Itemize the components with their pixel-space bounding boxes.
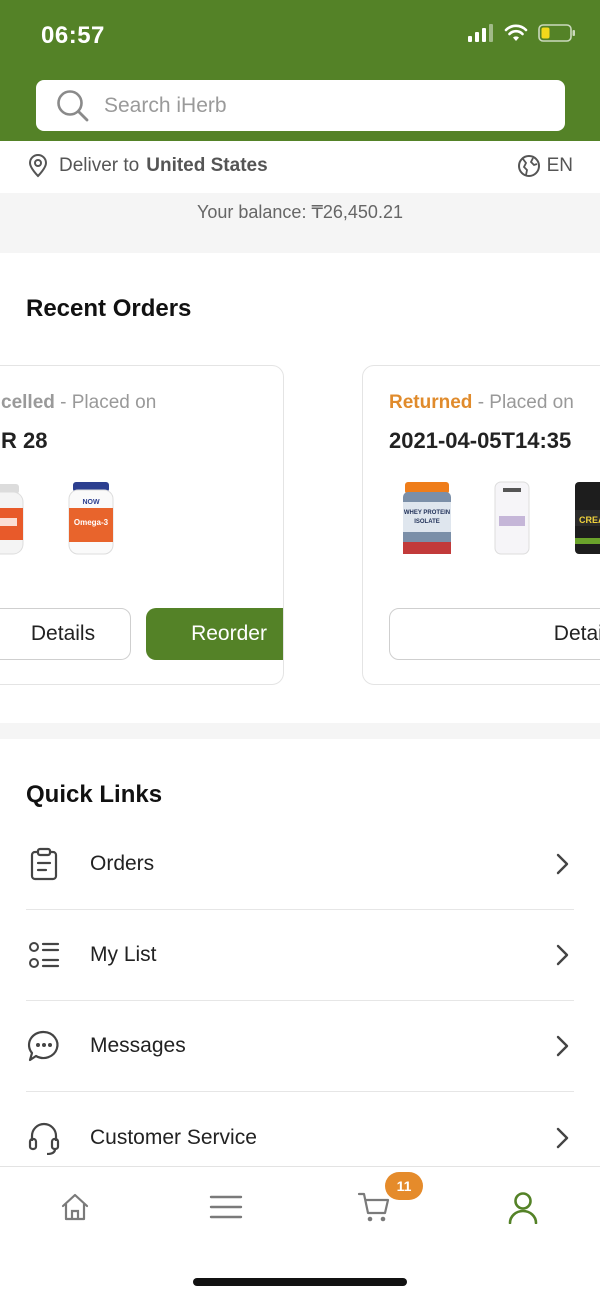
- reorder-button-label: Reorder: [191, 622, 267, 645]
- quick-link-label: My List: [90, 943, 157, 966]
- chevron-right-icon: [556, 944, 569, 966]
- order-status-label: Returned: [389, 392, 473, 413]
- search-input[interactable]: Search iHerb: [36, 80, 565, 131]
- details-button[interactable]: Details: [389, 608, 600, 660]
- quick-link-my-list[interactable]: My List: [26, 910, 574, 1001]
- list-icon: [26, 937, 62, 973]
- chevron-right-icon: [556, 853, 569, 875]
- home-indicator: [193, 1278, 407, 1286]
- order-date: R 28: [1, 428, 48, 453]
- signal-icon: [468, 24, 493, 42]
- quick-link-label: Messages: [90, 1034, 186, 1057]
- deliver-bar: Deliver to United States EN: [0, 141, 600, 193]
- quick-links-section: Quick Links Orders My List Messages Cust…: [0, 739, 600, 1166]
- quick-link-customer-service[interactable]: Customer Service: [26, 1092, 574, 1166]
- omega-3-bottle-icon: [0, 484, 24, 555]
- details-button[interactable]: Details: [0, 608, 131, 660]
- cart-count-badge: 11: [385, 1172, 423, 1200]
- status-time: 06:57: [41, 22, 105, 49]
- recent-orders-title: Recent Orders: [26, 295, 192, 322]
- app-header: 06:57 Search iHerb: [0, 0, 600, 141]
- deliver-to-selector[interactable]: Deliver to United States: [27, 154, 268, 178]
- home-icon: [61, 1193, 89, 1221]
- status-icons: [468, 24, 576, 42]
- order-card[interactable]: celled - Placed on R 28 NOW Omega-3 Deta…: [0, 365, 284, 685]
- balance-text: Your balance: ₸26,450.21: [0, 193, 600, 253]
- whey-protein-isolate-tub-icon: WHEY PROTEIN ISOLATE: [403, 482, 451, 554]
- details-button-label: Details: [553, 622, 600, 645]
- recent-orders-section: Recent Orders celled - Placed on R 28 NO…: [0, 253, 600, 723]
- section-divider: [0, 723, 600, 739]
- svg-text:WHEY PROTEIN: WHEY PROTEIN: [404, 510, 450, 516]
- order-placed-label: - Placed on: [477, 392, 574, 413]
- location-pin-icon: [28, 154, 48, 178]
- details-button-label: Details: [30, 622, 96, 645]
- globe-icon: [517, 155, 540, 177]
- nav-account[interactable]: [503, 1187, 543, 1227]
- chevron-right-icon: [556, 1035, 569, 1057]
- chevron-right-icon: [556, 1127, 569, 1148]
- order-status: Returned - Placed on: [389, 392, 574, 414]
- deodorant-stick-icon: [494, 481, 530, 555]
- search-placeholder: Search iHerb: [104, 93, 227, 117]
- chat-bubble-icon: [26, 1028, 62, 1064]
- language-selector[interactable]: EN: [517, 154, 573, 178]
- deliver-country: United States: [146, 155, 268, 176]
- svg-text:NOW: NOW: [82, 499, 100, 506]
- quick-link-messages[interactable]: Messages: [26, 1001, 574, 1092]
- order-status-label: celled: [1, 392, 55, 413]
- account-icon: [508, 1192, 538, 1224]
- nav-menu[interactable]: [206, 1187, 246, 1227]
- quick-link-label: Customer Service: [90, 1125, 257, 1149]
- nav-home[interactable]: [55, 1187, 95, 1227]
- order-status: celled - Placed on: [1, 392, 156, 414]
- svg-text:ISOLATE: ISOLATE: [414, 519, 440, 525]
- order-card[interactable]: Returned - Placed on 2021-04-05T14:35 WH…: [362, 365, 600, 685]
- creatine-tub-icon: CREA: [575, 482, 600, 554]
- wifi-icon: [504, 24, 528, 41]
- svg-text:CREA: CREA: [579, 515, 600, 525]
- menu-icon: [209, 1195, 243, 1219]
- deliver-prefix: Deliver to: [59, 155, 140, 176]
- search-icon: [57, 89, 89, 121]
- quick-links-title: Quick Links: [26, 781, 163, 808]
- battery-icon: [538, 24, 575, 42]
- quick-link-label: Orders: [90, 852, 155, 875]
- language-code: EN: [546, 155, 573, 176]
- order-date: 2021-04-05T14:35: [389, 428, 572, 453]
- headset-icon: [26, 1120, 62, 1156]
- reorder-button[interactable]: Reorder: [146, 608, 283, 660]
- quick-link-orders[interactable]: Orders: [26, 819, 574, 910]
- clipboard-icon: [26, 846, 62, 882]
- cart-icon: [357, 1192, 390, 1222]
- svg-text:Omega-3: Omega-3: [74, 518, 109, 527]
- order-placed-label: - Placed on: [60, 392, 157, 413]
- omega-3-bottle-icon: NOW Omega-3: [68, 482, 114, 555]
